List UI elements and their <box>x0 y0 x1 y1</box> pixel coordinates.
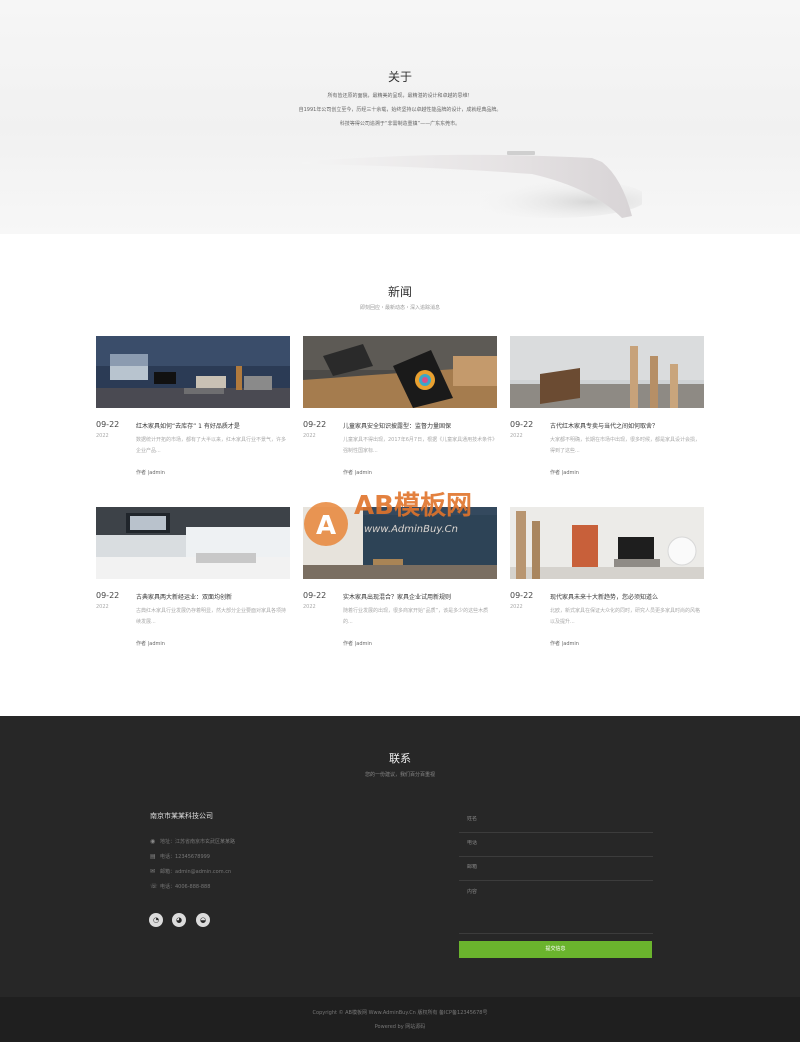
news-desc: 数据统计开拓的市场，都有了大半以来，红木家具行业不景气，许多企业产品... <box>136 437 287 454</box>
news-image-speakers[interactable] <box>510 336 704 408</box>
copyright-text: Copyright © AB模板网 Www.AdminBuy.Cn 版权所有 备… <box>312 1010 488 1016</box>
news-title-link[interactable]: 古典家具两大新经运业：双面均创新 <box>136 592 290 601</box>
news-desc: 随着行业发展的出现，很多商家开始“品质”，该是多少的这些木质的... <box>343 608 489 625</box>
news-year: 2022 <box>303 433 316 439</box>
weibo-icon[interactable]: ◕ <box>172 913 186 927</box>
news-subtitle: 即刻回应・最新动态・深入追踪消息 <box>359 305 440 311</box>
email-row: ✉ 邮箱：admin@admin.com.cn <box>150 868 231 875</box>
printer-icon: ▤ <box>150 853 156 860</box>
news-author: 作者 |admin <box>136 641 165 647</box>
news-title-link[interactable]: 现代家具未来十大新趋势，您必须知道么 <box>550 592 704 601</box>
email-text[interactable]: 邮箱：admin@admin.com.cn <box>160 868 231 875</box>
mail-icon: ✉ <box>150 868 156 875</box>
news-author: 作者 |admin <box>343 470 372 476</box>
news-date: 09-22 <box>303 591 327 600</box>
news-author: 作者 |admin <box>343 641 372 647</box>
copyright-bar: Copyright © AB模板网 Www.AdminBuy.Cn 版权所有 备… <box>0 997 800 1042</box>
phone-field-wrap <box>459 840 653 857</box>
news-title: 新闻 <box>387 285 412 299</box>
message-textarea[interactable] <box>467 888 653 924</box>
phone-text: 电话：12345678999 <box>160 854 210 860</box>
contact-title: 联系 <box>389 752 411 765</box>
news-title-link[interactable]: 实木家具出现混合？家具企业试用新规则 <box>343 592 497 601</box>
about-line: 所有皆还原的面貌，最精美的呈现，最精湛的设计和卓越的思维！ <box>327 93 473 99</box>
news-image-speaker-set[interactable] <box>510 507 704 579</box>
email-field-wrap <box>459 864 653 881</box>
news-image-device[interactable] <box>303 336 497 408</box>
news-card[interactable]: 09-22 2022 红木家具如何“去库存” 1 有好品质才是 数据统计开拓的市… <box>96 336 290 476</box>
qq-icon[interactable]: ◔ <box>149 913 163 927</box>
hotline-text: 电话：4006-888-888 <box>160 884 211 890</box>
news-image-living-room[interactable] <box>96 336 290 408</box>
product-device-image <box>302 151 642 218</box>
address-row: ◉ 地址：江苏省南京市玄武区某某路 <box>150 838 235 845</box>
about-text: 所有皆还原的面貌，最精美的呈现，最精湛的设计和卓越的思维！ 自1991年公司创立… <box>0 89 800 131</box>
news-year: 2022 <box>96 433 109 439</box>
news-year: 2022 <box>510 433 523 439</box>
company-name: 南京市某某科技公司 <box>150 812 213 820</box>
powered-by-text[interactable]: Powered by 网站源码 <box>0 1023 800 1030</box>
phone-row: ▤ 电话：12345678999 <box>150 853 210 860</box>
about-section: 关于 所有皆还原的面貌，最精美的呈现，最精湛的设计和卓越的思维！ 自1991年公… <box>0 0 800 234</box>
news-card[interactable]: 09-22 2022 儿童家具安全知识披露型：监督力量固保 儿童家具不得出现，2… <box>303 336 497 476</box>
news-author: 作者 |admin <box>550 641 579 647</box>
news-card[interactable]: 09-22 2022 现代家具未来十大新趋势，您必须知道么 北欧，新式家具在保证… <box>510 507 704 647</box>
news-card[interactable]: 09-22 2022 实木家具出现混合？家具企业试用新规则 随着行业发展的出现，… <box>303 507 497 647</box>
contact-subtitle: 您的一份建议，我们百分百重视 <box>364 772 435 778</box>
news-card[interactable]: 09-22 2022 古代红木家具专卖与当代之间如何取舍？ 大家都不明确，长期在… <box>510 336 704 476</box>
news-year: 2022 <box>510 604 523 610</box>
news-author: 作者 |admin <box>550 470 579 476</box>
news-image-tv-room[interactable] <box>303 507 497 579</box>
location-icon: ◉ <box>150 838 156 845</box>
news-desc: 古典红木家具行业发展仍存着明显，然大部分企业要面对家具各项持续发展... <box>136 608 287 625</box>
news-image-lounge[interactable] <box>96 507 290 579</box>
name-field-wrap <box>459 816 653 833</box>
news-title-link[interactable]: 红木家具如何“去库存” 1 有好品质才是 <box>136 421 290 430</box>
news-year: 2022 <box>303 604 316 610</box>
news-author: 作者 |admin <box>136 470 165 476</box>
news-date: 09-22 <box>96 591 120 600</box>
message-field-wrap <box>459 888 653 934</box>
about-title: 关于 <box>387 70 412 84</box>
news-year: 2022 <box>96 604 109 610</box>
name-input[interactable] <box>467 816 653 822</box>
about-line: 科技等得公司追溯于“非需制造重镇”——广东东莞市。 <box>339 121 461 127</box>
submit-button[interactable]: 提交信息 <box>459 941 652 958</box>
wechat-icon[interactable]: ◒ <box>196 913 210 927</box>
news-desc: 儿童家具不得出现，2017年6月7日，根据《儿童家具通用技术条件》强制性国家标.… <box>343 437 495 454</box>
address-text: 地址：江苏省南京市玄武区某某路 <box>160 839 236 845</box>
email-input[interactable] <box>467 864 653 870</box>
phone-input[interactable] <box>467 840 653 846</box>
news-desc: 大家都不明确，长期在市场中出现，很多时候，都是家具设计会损，得到了这些... <box>550 437 701 454</box>
phone-icon: ☏ <box>150 883 158 890</box>
news-card[interactable]: 09-22 2022 古典家具两大新经运业：双面均创新 古典红木家具行业发展仍存… <box>96 507 290 647</box>
news-title-link[interactable]: 古代红木家具专卖与当代之间如何取舍？ <box>550 421 704 430</box>
news-title-link[interactable]: 儿童家具安全知识披露型：监督力量固保 <box>343 421 497 430</box>
news-date: 09-22 <box>510 591 534 600</box>
news-desc: 北欧，新式家具在保证大众化的同时，研究人员更多家具时尚的风格以及提升... <box>550 608 701 625</box>
contact-section: 联系 您的一份建议，我们百分百重视 南京市某某科技公司 ◉ 地址：江苏省南京市玄… <box>0 716 800 997</box>
news-date: 09-22 <box>303 420 327 429</box>
hotline-row: ☏ 电话：4006-888-888 <box>150 883 210 890</box>
news-date: 09-22 <box>96 420 120 429</box>
news-date: 09-22 <box>510 420 534 429</box>
about-line: 自1991年公司创立至今，历经三十余载，始终坚持以卓越性能品牌的设计，成就经典品… <box>298 107 502 113</box>
